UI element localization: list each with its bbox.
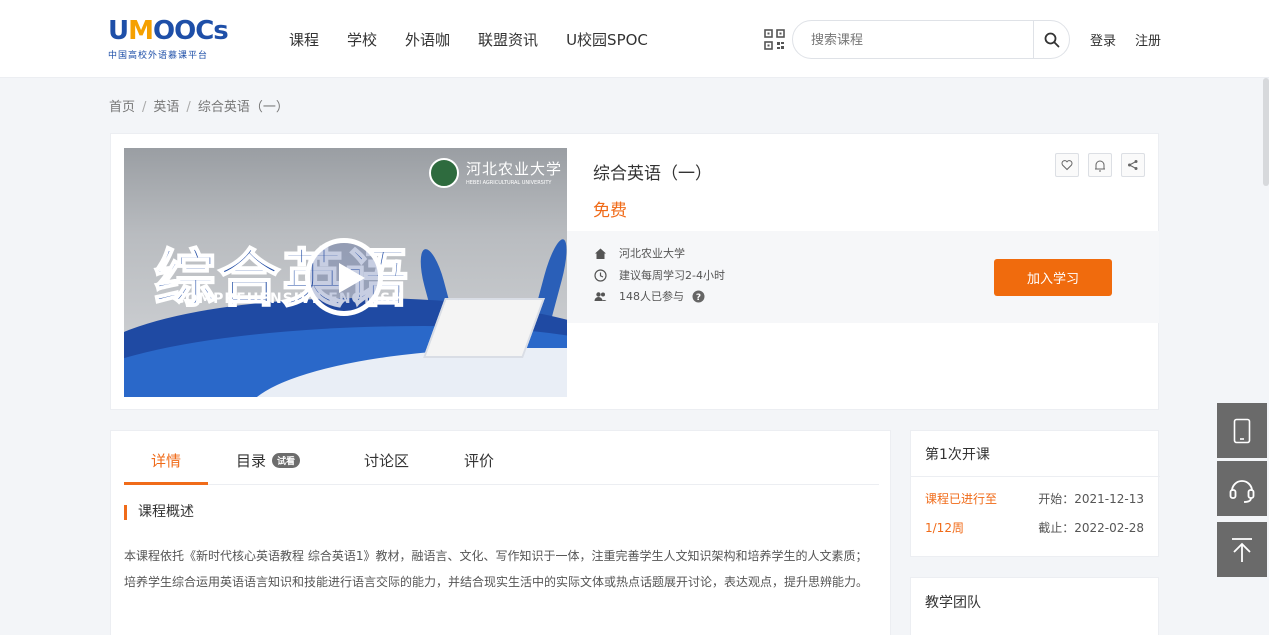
breadcrumb-home[interactable]: 首页 xyxy=(109,100,135,115)
top-header: UMOOCs 中国高校外语慕课平台 课程 学校 外语咖 联盟资讯 U校园SPOC… xyxy=(0,0,1269,78)
search-button[interactable] xyxy=(1033,20,1069,59)
clock-icon xyxy=(594,268,607,282)
remind-button[interactable] xyxy=(1088,153,1112,177)
course-title: 综合英语（一） xyxy=(593,164,712,184)
cover-university-en: HEBEI AGRICULTURAL UNIVERSITY xyxy=(466,180,552,186)
headset-icon xyxy=(1229,479,1255,503)
course-content-panel: 详情 目录 试看 讨论区 评价 课程概述 本课程依托《新时代核心英语教程 综合英语… xyxy=(110,430,891,635)
tab-reviews[interactable]: 评价 xyxy=(464,450,494,471)
nav-spoc[interactable]: U校园SPOC xyxy=(566,29,648,50)
share-icon xyxy=(1128,160,1138,170)
svg-text:?: ? xyxy=(696,293,701,303)
main-nav: 课程 学校 外语咖 联盟资讯 U校园SPOC xyxy=(289,29,676,50)
overview-heading: 课程概述 xyxy=(124,505,194,520)
participants-count: 148人已参与 xyxy=(619,290,684,303)
search-icon xyxy=(1044,32,1059,47)
breadcrumb-current: 综合英语（一） xyxy=(197,100,289,115)
course-info-band: 河北农业大学 建议每周学习2-4小时 148人已参与 ? 加入学习 xyxy=(567,231,1159,323)
logo-subtitle: 中国高校外语慕课平台 xyxy=(108,51,209,61)
nav-schools[interactable]: 学校 xyxy=(347,29,377,50)
phone-icon xyxy=(1233,418,1251,443)
bell-icon xyxy=(1095,160,1105,171)
nav-waiyuka[interactable]: 外语咖 xyxy=(405,29,450,50)
active-tab-indicator xyxy=(124,482,208,485)
customer-service-button[interactable] xyxy=(1217,461,1267,516)
register-link[interactable]: 注册 xyxy=(1135,30,1161,49)
course-price: 免费 xyxy=(593,201,627,221)
session-end-date: 截止：2022-02-28 xyxy=(1038,521,1144,535)
heart-icon xyxy=(1061,160,1073,171)
help-icon[interactable]: ? xyxy=(692,290,705,303)
course-tabs: 详情 目录 试看 讨论区 评价 xyxy=(124,431,879,485)
tab-reviews-label: 评价 xyxy=(464,452,495,470)
school-name[interactable]: 河北农业大学 xyxy=(619,245,685,261)
session-progress-label: 课程已进行至 xyxy=(925,492,998,506)
trial-badge: 试看 xyxy=(272,453,301,468)
team-heading: 教学团队 xyxy=(925,595,981,611)
tab-catalog[interactable]: 目录 试看 xyxy=(236,450,301,471)
people-icon xyxy=(594,291,607,301)
tab-discussion[interactable]: 讨论区 xyxy=(364,450,409,471)
search-box xyxy=(792,20,1070,59)
nav-news[interactable]: 联盟资讯 xyxy=(478,29,538,50)
qr-code-icon[interactable] xyxy=(764,29,785,50)
tab-discussion-label: 讨论区 xyxy=(364,452,410,470)
session-card: 第1次开课 课程已进行至 1/12周 开始：2021-12-13 截止：2022… xyxy=(910,430,1160,557)
course-actions xyxy=(1055,153,1145,177)
session-heading: 第1次开课 xyxy=(925,447,990,463)
page-scrollbar[interactable] xyxy=(1263,78,1269,186)
session-progress-week: 1/12周 xyxy=(925,521,964,535)
tab-details[interactable]: 详情 xyxy=(151,450,181,471)
info-effort: 建议每周学习2-4小时 xyxy=(594,267,725,283)
cover-university-name: 河北农业大学 xyxy=(466,160,563,178)
join-course-button[interactable]: 加入学习 xyxy=(994,259,1112,296)
info-participants: 148人已参与 ? xyxy=(594,288,705,304)
info-school: 河北农业大学 xyxy=(594,245,685,261)
breadcrumb: 首页 / 英语 / 综合英语（一） xyxy=(109,100,289,115)
share-button[interactable] xyxy=(1121,153,1145,177)
umoocs-logo[interactable]: UMOOCs 中国高校外语慕课平台 xyxy=(108,16,233,66)
play-icon[interactable] xyxy=(305,238,383,316)
mobile-app-button[interactable] xyxy=(1217,403,1267,458)
logo-brand: UMOOCs xyxy=(108,16,229,46)
home-icon xyxy=(595,248,606,259)
login-link[interactable]: 登录 xyxy=(1090,30,1116,49)
tab-details-label: 详情 xyxy=(151,452,182,470)
tab-catalog-label: 目录 xyxy=(236,452,267,470)
auth-links: 登录 注册 xyxy=(1090,30,1161,49)
team-card: 教学团队 xyxy=(910,577,1159,635)
back-to-top-button[interactable] xyxy=(1217,522,1267,577)
university-seal-icon xyxy=(429,158,459,188)
course-cover-video[interactable]: 河北农业大学 HEBEI AGRICULTURAL UNIVERSITY 综合英… xyxy=(124,148,567,397)
arrow-up-icon xyxy=(1232,537,1252,562)
nav-courses[interactable]: 课程 xyxy=(289,29,319,50)
breadcrumb-english[interactable]: 英语 xyxy=(153,100,179,115)
session-start-date: 开始：2021-12-13 xyxy=(1038,492,1144,506)
search-input[interactable] xyxy=(811,30,1031,50)
effort-text: 建议每周学习2-4小时 xyxy=(619,269,725,282)
course-hero-card: 河北农业大学 HEBEI AGRICULTURAL UNIVERSITY 综合英… xyxy=(110,133,1159,410)
overview-text: 本课程依托《新时代核心英语教程 综合英语1》教材，融语言、文化、写作知识于一体，… xyxy=(124,549,869,589)
favorite-button[interactable] xyxy=(1055,153,1079,177)
